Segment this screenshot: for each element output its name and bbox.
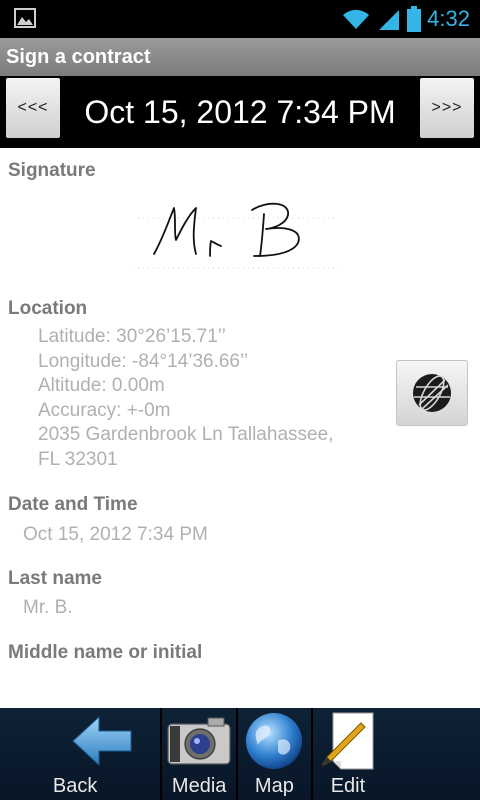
globe-icon — [413, 374, 451, 412]
pencil-paper-icon — [321, 712, 374, 770]
media-label: Media — [171, 775, 227, 797]
image-icon — [14, 8, 36, 28]
address-line-1: 2035 Gardenbrook Ln Tallahassee, — [38, 424, 334, 445]
camera-icon — [167, 717, 231, 765]
back-button[interactable]: Back — [0, 708, 163, 800]
status-bar: 4:32 — [0, 0, 480, 38]
longitude-text: Longitude: -84°14’36.66’’ — [38, 350, 249, 372]
signature-label: Signature — [8, 160, 96, 181]
date-time-value: Oct 15, 2012 7:34 PM — [23, 524, 208, 545]
date-time-label: Date and Time — [8, 494, 138, 515]
media-button[interactable]: Media — [162, 708, 239, 800]
altitude-text: Altitude: 0.00m — [38, 375, 165, 396]
battery-icon — [407, 6, 422, 32]
globe-icon — [246, 713, 303, 769]
previous-button[interactable]: <<< — [6, 78, 60, 138]
edit-button[interactable]: Edit — [313, 708, 480, 800]
next-button[interactable]: >>> — [420, 78, 474, 138]
middle-name-label: Middle name or initial — [8, 642, 203, 663]
map-label: Map — [254, 775, 294, 797]
last-name-label: Last name — [8, 568, 102, 589]
page-title: Sign a contract — [0, 38, 480, 76]
map-button[interactable]: Map — [238, 708, 313, 800]
bottom-toolbar: Back Media Map Edit — [0, 708, 480, 800]
edit-label: Edit — [330, 775, 366, 797]
back-label: Back — [52, 775, 98, 797]
location-label: Location — [8, 298, 88, 319]
date-nav: <<< Oct 15, 2012 7:34 PM >>> — [0, 76, 480, 148]
signature-image — [133, 202, 343, 269]
address-line-2: FL 32301 — [38, 448, 118, 470]
latitude-text: Latitude: 30°26’15.71’’ — [38, 326, 226, 347]
record-details: Signature Location Latitude: 30°26’15.71… — [0, 148, 480, 708]
clock: 4:32 — [427, 6, 470, 31]
signal-icon — [379, 10, 400, 30]
wifi-icon — [343, 9, 370, 29]
accuracy-text: Accuracy: +-0m — [38, 399, 171, 421]
last-name-value: Mr. B. — [23, 597, 73, 618]
back-arrow-icon — [72, 715, 132, 767]
location-details: Latitude: 30°26’15.71’’ Longitude: -84°1… — [38, 325, 333, 472]
current-date-title: Oct 15, 2012 7:34 PM — [84, 94, 396, 130]
map-location-button[interactable] — [396, 360, 468, 426]
